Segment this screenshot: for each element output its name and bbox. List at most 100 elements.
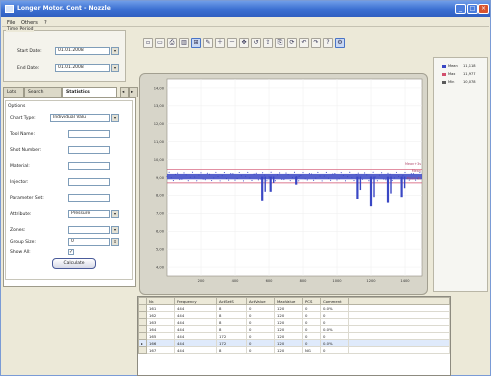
minimize-button[interactable]: _: [455, 4, 466, 14]
individual-value-chart[interactable]: 14,00 13,00 12,00 11,00 10,00 9,00 8,00 7,00 6,0…: [139, 73, 428, 295]
table-cell[interactable]: 0: [320, 318, 349, 326]
open-icon[interactable]: ▭: [155, 38, 165, 48]
table-cell[interactable]: 120: [274, 346, 303, 354]
column-header[interactable]: PCS: [302, 297, 321, 305]
material-field[interactable]: [68, 162, 110, 170]
table-cell[interactable]: 0: [302, 339, 321, 347]
table-cell[interactable]: 0: [302, 332, 321, 340]
end-date-picker-icon[interactable]: ▾: [111, 64, 119, 72]
table-cell[interactable]: 120: [274, 339, 303, 347]
table-cell[interactable]: 0: [246, 346, 275, 354]
maximize-button[interactable]: □: [467, 4, 478, 14]
row-indicator[interactable]: [138, 332, 147, 340]
group-size-field[interactable]: 0: [68, 238, 110, 246]
table-cell[interactable]: 8: [216, 311, 247, 319]
shot-number-field[interactable]: [68, 146, 110, 154]
column-header[interactable]: Comment: [320, 297, 349, 305]
table-cell[interactable]: 0: [302, 318, 321, 326]
row-indicator[interactable]: [138, 311, 147, 319]
tab-lots[interactable]: Lots: [3, 87, 24, 97]
table-row[interactable]: 162 444 8 0 120 0 0: [138, 311, 450, 319]
table-cell[interactable]: 0.0%: [320, 339, 349, 347]
injector-field[interactable]: [68, 178, 110, 186]
table-cell[interactable]: NG: [302, 346, 321, 354]
table-cell[interactable]: 0: [246, 304, 275, 312]
select-icon[interactable]: ⊞: [191, 38, 201, 48]
table-cell[interactable]: 0: [246, 339, 275, 347]
row-indicator[interactable]: ▸: [138, 339, 147, 347]
attribute-dropdown-icon[interactable]: ▾: [111, 210, 119, 218]
zones-dropdown-icon[interactable]: ▾: [111, 226, 119, 234]
menu-help[interactable]: ?: [44, 20, 47, 26]
table-cell[interactable]: 172: [216, 339, 247, 347]
print-icon[interactable]: ⎙: [167, 38, 177, 48]
table-row[interactable]: ▸ 166 444 172 0 120 0 0.0%: [138, 339, 450, 347]
table-cell[interactable]: 163: [146, 318, 175, 326]
table-row[interactable]: 167 444 8 0 120 NG 0: [138, 346, 450, 354]
chart-icon[interactable]: ▥: [179, 38, 189, 48]
attribute-select[interactable]: Pressure: [68, 210, 110, 218]
menu-others[interactable]: Others: [21, 20, 38, 26]
table-cell[interactable]: 0: [302, 304, 321, 312]
table-cell[interactable]: 0: [246, 318, 275, 326]
table-cell[interactable]: 120: [274, 304, 303, 312]
options-icon[interactable]: ⚙: [335, 38, 345, 48]
group-size-spinner-icon[interactable]: ⇕: [111, 238, 119, 246]
table-cell[interactable]: 0: [320, 332, 349, 340]
chart-type-dropdown-icon[interactable]: ▾: [111, 114, 119, 122]
table-cell[interactable]: 444: [174, 339, 217, 347]
column-header[interactable]: MaxValue: [274, 297, 303, 305]
row-indicator[interactable]: [138, 325, 147, 333]
tool-name-field[interactable]: [68, 130, 110, 138]
column-header[interactable]: Frequency: [174, 297, 217, 305]
table-cell[interactable]: 8: [216, 304, 247, 312]
table-cell[interactable]: 444: [174, 318, 217, 326]
table-row[interactable]: 165 444 172 0 120 0 0: [138, 332, 450, 340]
export-icon[interactable]: ⇪: [263, 38, 273, 48]
show-all-checkbox[interactable]: ✓: [68, 249, 74, 255]
table-cell[interactable]: 120: [274, 325, 303, 333]
table-cell[interactable]: 0: [246, 332, 275, 340]
reset-icon[interactable]: ↺: [251, 38, 261, 48]
zones-select[interactable]: [68, 226, 110, 234]
table-cell[interactable]: 165: [146, 332, 175, 340]
table-cell[interactable]: 0: [246, 311, 275, 319]
pan-icon[interactable]: ✥: [239, 38, 249, 48]
table-cell[interactable]: 8: [216, 325, 247, 333]
menu-file[interactable]: File: [7, 20, 15, 26]
table-cell[interactable]: 444: [174, 332, 217, 340]
tab-scroll-left-icon[interactable]: ◂: [120, 87, 129, 97]
calculate-button[interactable]: Calculate: [52, 258, 96, 269]
close-button[interactable]: ×: [478, 4, 489, 14]
table-cell[interactable]: 120: [274, 332, 303, 340]
table-cell[interactable]: 444: [174, 304, 217, 312]
table-cell[interactable]: 0.0%: [320, 304, 349, 312]
table-cell[interactable]: 0: [302, 325, 321, 333]
table-cell[interactable]: 164: [146, 325, 175, 333]
table-cell[interactable]: 172: [216, 332, 247, 340]
undo-icon[interactable]: ↶: [299, 38, 309, 48]
tab-search[interactable]: Search: [24, 87, 62, 97]
table-cell[interactable]: 444: [174, 325, 217, 333]
zoom-out-icon[interactable]: －: [227, 38, 237, 48]
table-cell[interactable]: 161: [146, 304, 175, 312]
chart-type-select[interactable]: Individual Valu: [50, 114, 110, 122]
column-header[interactable]: ActSetS: [216, 297, 247, 305]
values-grid[interactable]: Nr. Frequency ActSetS ActValue MaxValue …: [137, 296, 451, 376]
redo-icon[interactable]: ↷: [311, 38, 321, 48]
table-row[interactable]: 161 444 8 0 120 0 0.0%: [138, 304, 450, 312]
refresh-icon[interactable]: ⟳: [287, 38, 297, 48]
table-cell[interactable]: 167: [146, 346, 175, 354]
start-date-field[interactable]: 01.01.2008: [55, 47, 110, 55]
table-cell[interactable]: 0: [320, 311, 349, 319]
table-cell[interactable]: 0.0%: [320, 325, 349, 333]
table-cell[interactable]: 120: [274, 311, 303, 319]
new-icon[interactable]: ▫: [143, 38, 153, 48]
column-header[interactable]: ActValue: [246, 297, 275, 305]
table-cell[interactable]: 0: [320, 346, 349, 354]
table-cell[interactable]: 444: [174, 311, 217, 319]
table-cell[interactable]: 0: [246, 325, 275, 333]
parameter-set-field[interactable]: [68, 194, 110, 202]
help-icon[interactable]: ?: [323, 38, 333, 48]
table-cell[interactable]: 166: [146, 339, 175, 347]
